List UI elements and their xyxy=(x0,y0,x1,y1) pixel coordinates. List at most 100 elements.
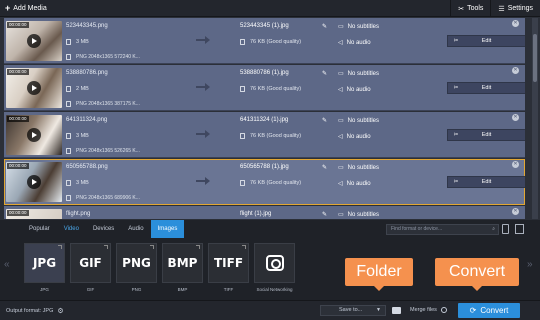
source-size-text: 3 MB xyxy=(76,133,89,139)
file-row-selected[interactable]: 00:00:00 650565788.png 3 MB PNG 2048x136… xyxy=(4,159,525,205)
source-info-text: PNG 2048x1365 526265 K... xyxy=(76,148,140,154)
edit-button[interactable]: ✂ Edit xyxy=(447,82,525,94)
subtitles-dropdown[interactable]: ▭ No subtitles xyxy=(338,211,379,219)
subtitles-dropdown[interactable]: ▭ No subtitles xyxy=(338,70,379,78)
format-jpg[interactable]: JPG JPG xyxy=(24,243,65,292)
tab-video[interactable]: Video xyxy=(57,220,86,238)
format-search-input[interactable]: Find format or device... ⌕ xyxy=(386,224,499,235)
file-icon xyxy=(66,180,71,186)
remove-icon[interactable]: ✕ xyxy=(512,20,519,27)
play-icon[interactable] xyxy=(27,34,41,48)
file-icon xyxy=(240,86,245,92)
source-info-text: PNG 2048x1365 689906 K... xyxy=(76,195,140,201)
tab-audio[interactable]: Audio xyxy=(121,220,150,238)
subtitles-dropdown[interactable]: ▭ No subtitles xyxy=(338,117,380,125)
audio-dropdown[interactable]: ◁ No audio xyxy=(338,39,371,47)
gear-icon[interactable]: ⚙ xyxy=(57,307,63,315)
format-tiff[interactable]: TIFF TIFF xyxy=(208,243,249,292)
subtitles-dropdown[interactable]: ▭ No subtitles xyxy=(338,23,380,31)
tools-button[interactable]: ✂ Tools xyxy=(450,0,490,17)
thumbnail[interactable]: 00:00:00 xyxy=(6,68,62,108)
thumbnail[interactable]: 00:00:00 xyxy=(6,162,62,202)
subtitles-text: No subtitles xyxy=(347,117,380,124)
scroll-left-icon[interactable]: « xyxy=(4,259,10,270)
audio-dropdown[interactable]: ◁ No audio xyxy=(338,133,371,141)
source-info: PNG 2048x1365 572240 K... xyxy=(66,54,140,60)
thumbnail[interactable]: 00:00:00 xyxy=(6,115,62,155)
scrollbar-thumb[interactable] xyxy=(533,34,537,82)
convert-button[interactable]: ⟳ Convert xyxy=(458,303,520,318)
duration: 00:00:00 xyxy=(7,163,29,169)
image-icon xyxy=(66,195,71,201)
arrow-right-icon xyxy=(196,83,210,91)
thumbnail[interactable]: 00:00:00 xyxy=(6,21,62,61)
format-bmp[interactable]: BMP BMP xyxy=(162,243,203,292)
merge-radio[interactable] xyxy=(440,307,447,313)
output-filename: 641311324 (1).jpg xyxy=(240,117,289,123)
arrow-right-icon xyxy=(196,177,210,185)
save-to-dropdown[interactable]: Save to... ▼ xyxy=(320,305,386,316)
output-filename: 650565788 (1).jpg xyxy=(240,164,289,170)
audio-dropdown[interactable]: ◁ No audio xyxy=(338,180,371,188)
png-logo: PNG xyxy=(122,256,151,270)
remove-icon[interactable]: ✕ xyxy=(512,208,519,215)
subtitles-text: No subtitles xyxy=(347,23,380,30)
subtitles-dropdown[interactable]: ▭ No subtitles xyxy=(338,164,380,172)
source-size: 3 MB xyxy=(66,180,89,186)
list-scrollbar[interactable] xyxy=(532,18,538,219)
scroll-right-icon[interactable]: » xyxy=(527,259,533,270)
folder-icon[interactable] xyxy=(392,307,401,314)
subtitles-icon: ▭ xyxy=(338,212,344,218)
output-size: 76 KB (Good quality) xyxy=(240,133,301,139)
file-row[interactable]: 00:00:00 641311324.png 3 MB PNG 2048x136… xyxy=(4,112,525,158)
pencil-icon[interactable]: ✎ xyxy=(322,70,327,77)
remove-icon[interactable]: ✕ xyxy=(512,161,519,168)
tab-popular[interactable]: Popular xyxy=(22,220,57,238)
format-bmp-name: BMP xyxy=(177,287,188,292)
pencil-icon[interactable]: ✎ xyxy=(322,117,327,124)
play-icon[interactable] xyxy=(27,128,41,142)
file-row[interactable]: 00:00:00 flight.png flight (1).jpg ✎ ▭ No… xyxy=(4,206,525,219)
format-png[interactable]: PNG PNG xyxy=(116,243,157,292)
source-filename: flight.png xyxy=(66,211,91,217)
edit-label: Edit xyxy=(481,38,492,44)
pencil-icon[interactable]: ✎ xyxy=(322,23,327,30)
remove-icon[interactable]: ✕ xyxy=(512,67,519,74)
format-gif[interactable]: GIF GIF xyxy=(70,243,111,292)
file-row[interactable]: 00:00:00 538880786.png 2 MB PNG 2048x136… xyxy=(4,65,525,111)
output-size: 76 KB (Good quality) xyxy=(240,86,301,92)
output-filename: 538880786 (1).jpg xyxy=(240,70,289,76)
duration: 00:00:00 xyxy=(7,116,29,122)
format-social[interactable]: Social Networking xyxy=(254,243,295,292)
edit-button[interactable]: ✂ Edit xyxy=(447,176,525,188)
audio-dropdown[interactable]: ◁ No audio xyxy=(338,86,371,94)
output-size-text: 76 KB (Good quality) xyxy=(250,39,302,45)
tab-devices[interactable]: Devices xyxy=(86,220,121,238)
file-row[interactable]: 00:00:00 523443345.png 3 MB PNG 2048x136… xyxy=(4,18,525,64)
play-icon[interactable] xyxy=(27,175,41,189)
device-connect-icon[interactable] xyxy=(515,224,524,234)
scissors-icon: ✂ xyxy=(453,179,459,185)
top-toolbar: + Add Media ✂ Tools ☰ Settings xyxy=(0,0,540,17)
thumbnail[interactable]: 00:00:00 xyxy=(6,209,62,219)
tab-images[interactable]: Images xyxy=(150,220,185,238)
add-media-button[interactable]: + Add Media xyxy=(2,2,53,15)
remove-icon[interactable]: ✕ xyxy=(512,114,519,121)
play-icon[interactable] xyxy=(27,81,41,95)
merge-files-label: Merge files xyxy=(410,307,437,313)
file-icon xyxy=(240,39,245,45)
edit-button[interactable]: ✂ Edit xyxy=(447,129,525,141)
settings-button[interactable]: ☰ Settings xyxy=(490,0,540,17)
settings-icon: ☰ xyxy=(498,5,505,13)
device-detect-icon[interactable] xyxy=(502,224,509,234)
arrow-right-icon xyxy=(196,36,210,44)
merge-files-toggle[interactable]: Merge files xyxy=(410,307,447,313)
audio-icon: ◁ xyxy=(338,181,343,187)
pencil-icon[interactable]: ✎ xyxy=(322,164,327,171)
scissors-icon: ✂ xyxy=(453,38,459,44)
pencil-icon[interactable]: ✎ xyxy=(322,211,327,218)
source-filename: 641311324.png xyxy=(66,117,108,123)
format-search-placeholder: Find format or device... xyxy=(391,226,443,232)
subtitles-text: No subtitles xyxy=(347,164,380,171)
edit-button[interactable]: ✂ Edit xyxy=(447,35,525,47)
